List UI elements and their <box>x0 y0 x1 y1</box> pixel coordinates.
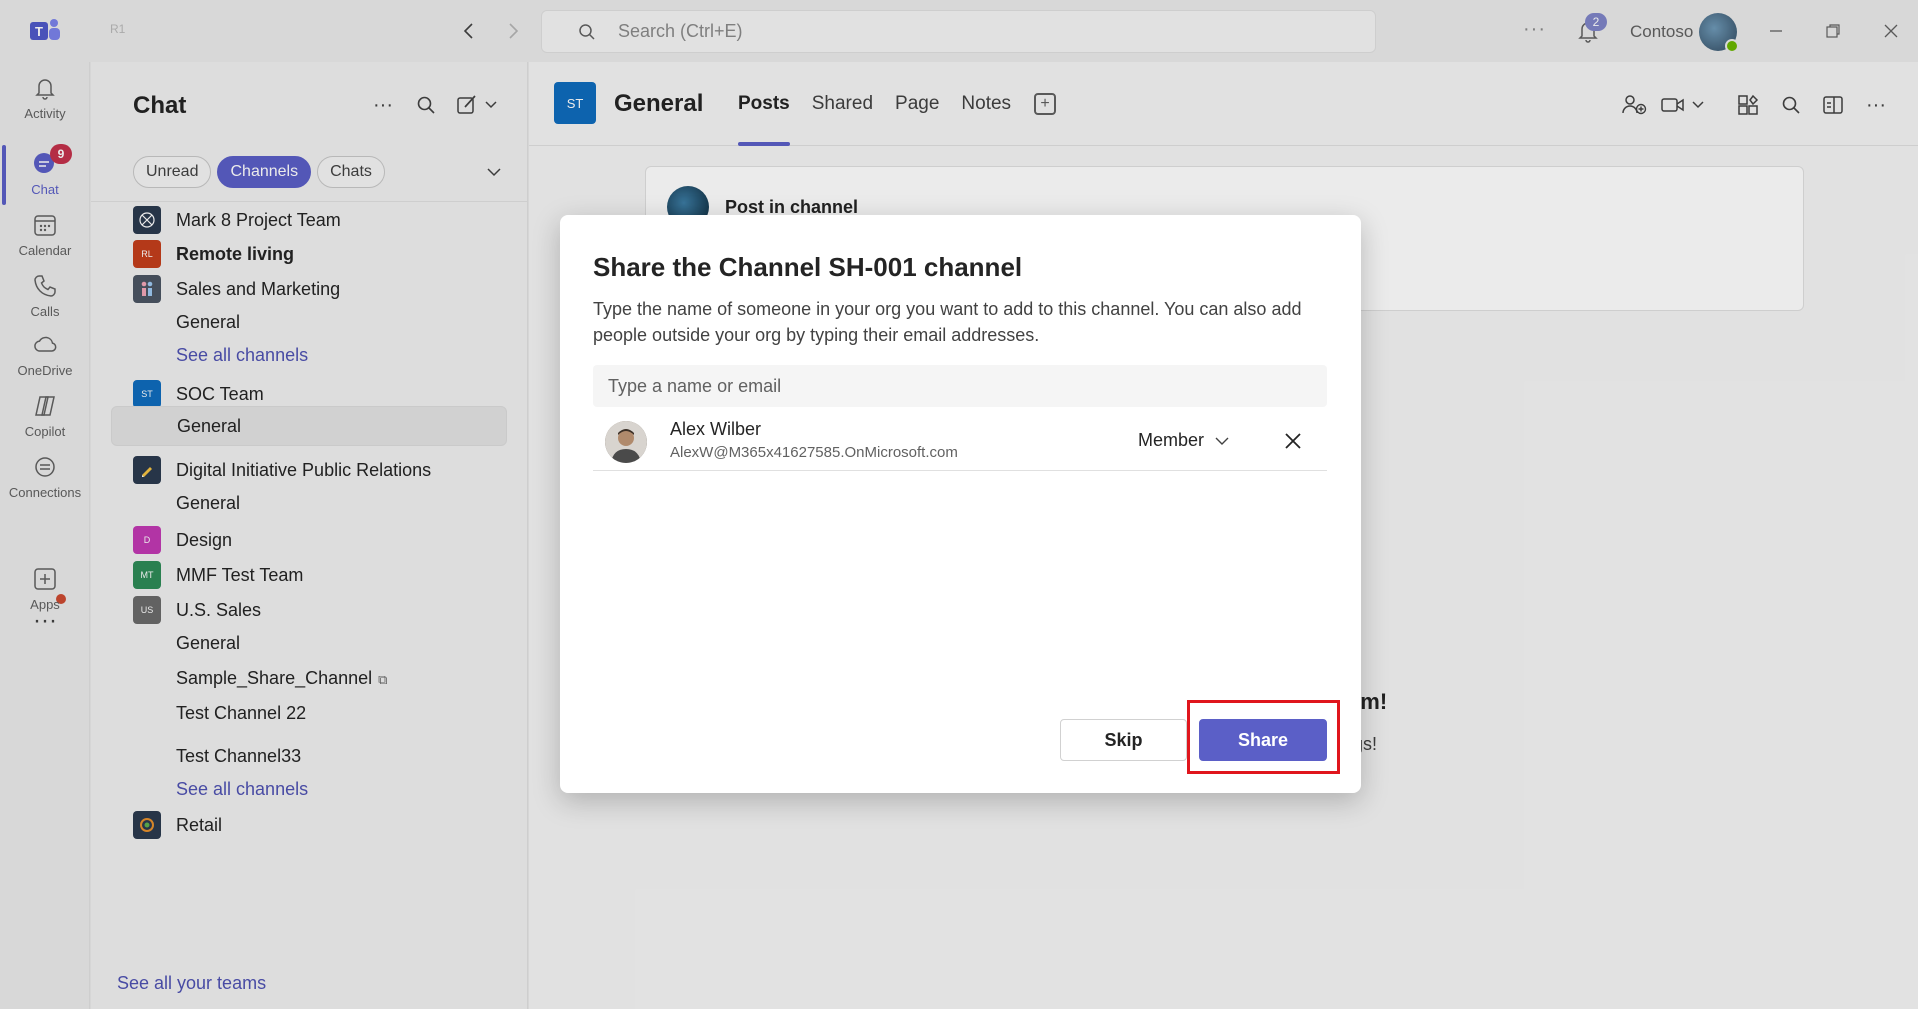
skip-button[interactable]: Skip <box>1060 719 1187 761</box>
selected-person-row: Alex Wilber AlexW@M365x41627585.OnMicros… <box>593 415 1327 471</box>
person-email: AlexW@M365x41627585.OnMicrosoft.com <box>670 444 958 461</box>
role-dropdown[interactable]: Member <box>1138 430 1230 451</box>
dialog-description: Type the name of someone in your org you… <box>593 299 1302 345</box>
name-or-email-input[interactable] <box>593 365 1327 407</box>
share-button-highlight <box>1187 700 1340 774</box>
avatar <box>605 421 647 463</box>
chevron-down-icon <box>1215 437 1229 445</box>
role-value: Member <box>1138 430 1205 450</box>
person-name: Alex Wilber <box>670 419 762 439</box>
dialog-title: Share the Channel SH-001 channel <box>593 252 1023 282</box>
remove-person-close-icon[interactable] <box>1281 429 1305 453</box>
